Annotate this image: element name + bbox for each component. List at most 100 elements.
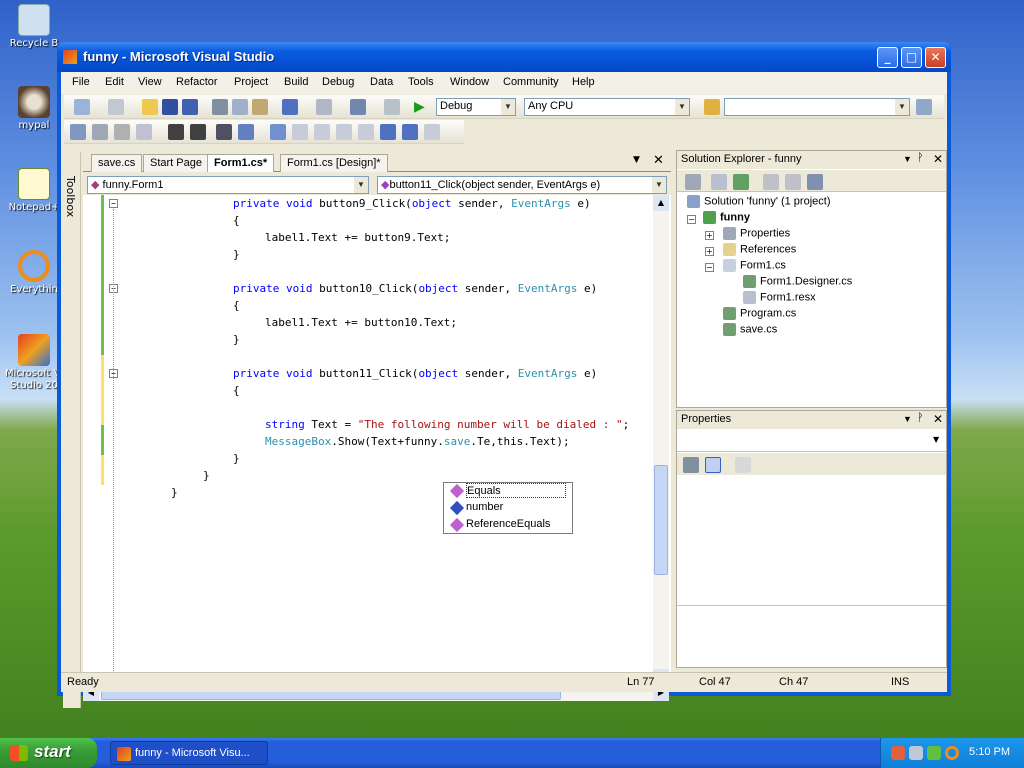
tree-form1-cs[interactable]: Form1.cs (723, 259, 786, 272)
prev-bookmark-icon[interactable] (292, 124, 308, 140)
next-bookmark-folder-icon[interactable] (358, 124, 374, 140)
complete-word-icon[interactable] (136, 124, 152, 140)
menu-tools[interactable]: Tools (408, 76, 434, 88)
view-designer-icon[interactable] (785, 174, 801, 190)
close-button[interactable]: ✕ (925, 47, 946, 68)
comment-icon[interactable] (216, 124, 232, 140)
pin-icon[interactable]: ᚹ (917, 152, 924, 164)
close-tab-icon[interactable]: ✕ (653, 153, 664, 168)
next-bookmark-doc-icon[interactable] (402, 124, 418, 140)
refresh-icon[interactable] (733, 174, 749, 190)
alphabetical-icon[interactable] (705, 457, 721, 473)
close-panel-icon[interactable]: ✕ (933, 412, 943, 426)
menu-view[interactable]: View (138, 76, 162, 88)
title-bar[interactable]: funny - Microsoft Visual Studio _ □ ✕ (57, 42, 951, 72)
tree-form1-designer[interactable]: Form1.Designer.cs (743, 275, 852, 288)
tree-references[interactable]: References (723, 243, 796, 256)
tray-arrow-icon[interactable] (927, 746, 941, 760)
next-bookmark-icon[interactable] (314, 124, 330, 140)
minimize-button[interactable]: _ (877, 47, 898, 68)
bookmark-icon[interactable] (270, 124, 286, 140)
copy-icon[interactable] (232, 99, 248, 115)
tree-save-cs[interactable]: save.cs (723, 323, 777, 336)
menu-file[interactable]: File (72, 76, 90, 88)
panel-dropdown-icon[interactable]: ▼ (903, 154, 912, 164)
tray-app-icon[interactable] (891, 746, 905, 760)
navigate-back-icon[interactable] (350, 99, 366, 115)
menu-build[interactable]: Build (284, 76, 308, 88)
cut-icon[interactable] (212, 99, 228, 115)
navigate-forward-icon[interactable] (384, 99, 400, 115)
clear-bookmarks-icon[interactable] (424, 124, 440, 140)
save-icon[interactable] (162, 99, 178, 115)
menu-data[interactable]: Data (370, 76, 393, 88)
tab-save-cs[interactable]: save.cs (91, 154, 143, 172)
menu-refactor[interactable]: Refactor (176, 76, 218, 88)
desktop-icon-visual-studio[interactable]: Microsoft Vi Studio 20 (4, 334, 64, 392)
maximize-button[interactable]: □ (901, 47, 922, 68)
desktop-icon-recycle-bin[interactable]: Recycle B (4, 4, 64, 50)
find-in-files-icon[interactable] (704, 99, 720, 115)
tree-properties[interactable]: Properties (723, 227, 790, 240)
fold-toggle[interactable]: − (109, 199, 118, 208)
menu-window[interactable]: Window (450, 76, 489, 88)
tree-solution[interactable]: Solution 'funny' (1 project) (687, 195, 831, 208)
display-object-members-icon[interactable] (70, 124, 86, 140)
toolbox-tab[interactable]: Toolbox (63, 152, 81, 708)
class-select[interactable]: ◆ funny.Form1 ▼ (87, 176, 369, 194)
save-all-icon[interactable] (182, 99, 198, 115)
intellisense-item-equals[interactable]: Equals (466, 483, 566, 498)
properties-icon[interactable] (685, 174, 701, 190)
tree-program-cs[interactable]: Program.cs (723, 307, 796, 320)
categorized-icon[interactable] (683, 457, 699, 473)
desktop-icon-mypal[interactable]: mypal (4, 86, 64, 132)
expand-toggle[interactable]: + (705, 231, 714, 240)
outdent-icon[interactable] (168, 124, 184, 140)
desktop-icon-everything[interactable]: Everythin (4, 250, 64, 296)
property-pages-icon[interactable] (735, 457, 751, 473)
member-select[interactable]: ◆button11_Click(object sender, EventArgs… (377, 176, 667, 194)
panel-dropdown-icon[interactable]: ▼ (903, 414, 912, 424)
menu-edit[interactable]: Edit (105, 76, 124, 88)
tab-form1-design[interactable]: Form1.cs [Design]* (280, 154, 388, 172)
view-code-icon[interactable] (763, 174, 779, 190)
tab-dropdown-icon[interactable]: ▼ (633, 155, 640, 165)
platform-select[interactable]: Any CPU ▼ (524, 98, 690, 116)
prev-bookmark-doc-icon[interactable] (380, 124, 396, 140)
add-item-icon[interactable] (108, 99, 124, 115)
start-button[interactable]: start (0, 738, 97, 768)
tab-form1-cs[interactable]: Form1.cs* (207, 154, 275, 172)
indent-icon[interactable] (190, 124, 206, 140)
editor-vertical-scrollbar[interactable]: ▲ ▼ (653, 195, 669, 685)
scrollbar-thumb[interactable] (654, 465, 668, 575)
collapse-toggle[interactable]: − (687, 215, 696, 224)
quick-info-icon[interactable] (114, 124, 130, 140)
network-icon[interactable] (909, 746, 923, 760)
menu-project[interactable]: Project (234, 76, 268, 88)
search-ring-icon[interactable] (945, 746, 959, 760)
paste-icon[interactable] (252, 99, 268, 115)
find-combo[interactable]: ▼ (724, 98, 910, 116)
config-select[interactable]: Debug ▼ (436, 98, 516, 116)
scroll-up-icon[interactable]: ▲ (653, 195, 669, 211)
collapse-toggle[interactable]: − (705, 263, 714, 272)
desktop-icon-notepad[interactable]: Notepad+ (4, 168, 64, 214)
menu-help[interactable]: Help (572, 76, 595, 88)
tab-start-page[interactable]: Start Page (143, 154, 209, 172)
menu-community[interactable]: Community (503, 76, 559, 88)
start-debug-icon[interactable]: ▶ (414, 99, 430, 115)
code-editor[interactable]: − − − private void button9_Click(object … (83, 195, 671, 689)
taskbar-item-visual-studio[interactable]: funny - Microsoft Visu... (110, 741, 268, 765)
tree-form1-resx[interactable]: Form1.resx (743, 291, 816, 304)
class-diagram-icon[interactable] (807, 174, 823, 190)
tree-project-funny[interactable]: funny (703, 211, 750, 224)
pin-icon[interactable]: ᚹ (917, 412, 924, 424)
open-folder-icon[interactable] (142, 99, 158, 115)
undo-icon[interactable] (282, 99, 298, 115)
expand-toggle[interactable]: + (705, 247, 714, 256)
menu-debug[interactable]: Debug (322, 76, 354, 88)
object-select[interactable]: ▼ (677, 430, 946, 452)
uncomment-icon[interactable] (238, 124, 254, 140)
prev-bookmark-folder-icon[interactable] (336, 124, 352, 140)
show-all-files-icon[interactable] (711, 174, 727, 190)
